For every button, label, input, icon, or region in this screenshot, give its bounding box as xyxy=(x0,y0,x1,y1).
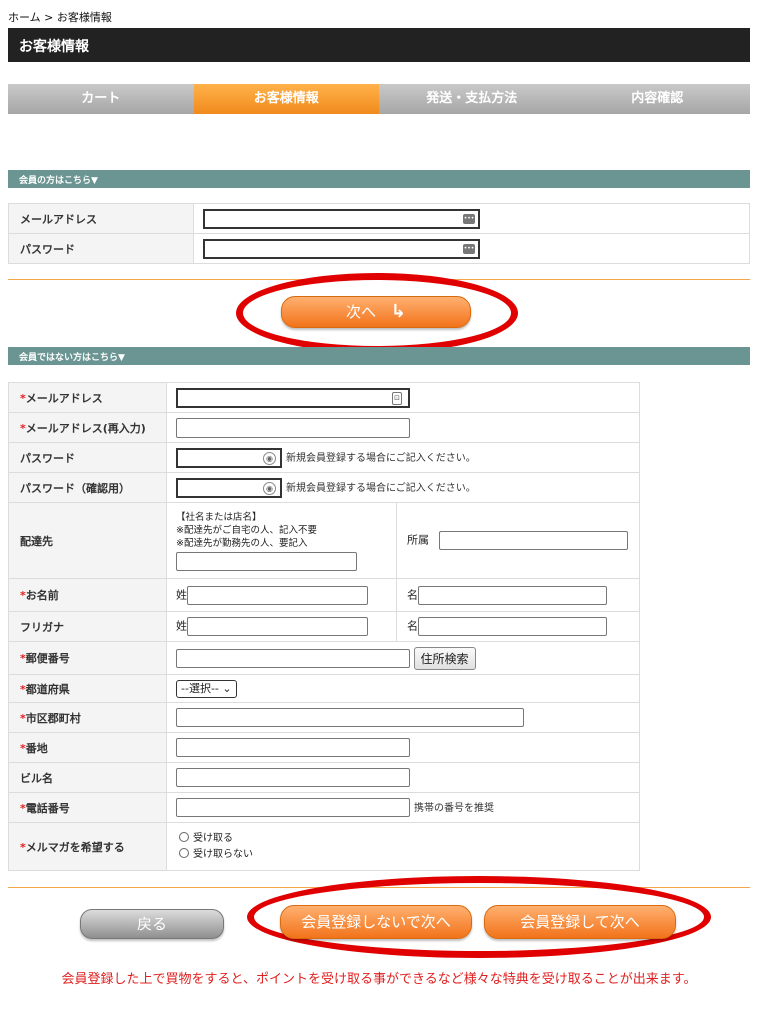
member-email-input[interactable]: ••• xyxy=(203,208,480,229)
step-confirm: 内容確認 xyxy=(564,84,750,114)
breadcrumb: ホーム > お客様情報 xyxy=(8,11,112,24)
guest-email-input[interactable]: ⊡ xyxy=(176,387,410,408)
key-icon: ••• xyxy=(463,213,475,224)
step-shipping-payment: 発送・支払方法 xyxy=(379,84,565,114)
affiliation-label: 所属 xyxy=(407,533,429,547)
page-title: お客様情報 xyxy=(8,28,750,62)
key-icon: ••• xyxy=(463,243,475,254)
step-customer-info: お客様情報 xyxy=(193,84,379,114)
guest-email-confirm-input[interactable] xyxy=(176,417,410,438)
contact-card-icon: ⊡ xyxy=(392,391,402,405)
member-next-button[interactable]: 次へ ↳ xyxy=(281,296,471,328)
city-label: 市区郡町村 xyxy=(25,711,81,725)
newsletter-option-receive[interactable]: 受け取る xyxy=(179,831,639,847)
name-label: お名前 xyxy=(25,589,59,602)
radio-button[interactable] xyxy=(179,847,189,858)
furigana-first-label: 名 xyxy=(407,619,418,633)
building-input[interactable] xyxy=(176,768,410,787)
furigana-first-input[interactable] xyxy=(418,617,607,636)
phone-hint: 携帯の番号を推奨 xyxy=(414,802,494,814)
password-confirm-hint: 新規会員登録する場合にご記入ください。 xyxy=(286,482,476,494)
member-email-label: メールアドレス xyxy=(8,203,194,234)
furigana-label: フリガナ xyxy=(8,611,167,642)
prefecture-label: 都道府県 xyxy=(25,682,70,696)
member-section-header: 会員の方はこちら▼ xyxy=(8,170,750,188)
guest-password-confirm-label: パスワード（確認用） xyxy=(8,472,167,503)
affiliation-input[interactable] xyxy=(438,531,628,550)
zip-label: 郵便番号 xyxy=(25,652,70,665)
member-benefit-note: 会員登録した上で買物をすると、ポイントを受け取る事ができるなど様々な特典を受け取… xyxy=(61,972,697,987)
guest-password-label: パスワード xyxy=(8,442,167,473)
eye-icon: ◉ xyxy=(263,481,276,495)
furigana-last-input[interactable] xyxy=(187,617,368,636)
delivery-note-2: ※配達先がご自宅の人、記入不要 xyxy=(176,524,317,536)
prefecture-value: --選択-- xyxy=(181,681,219,695)
phone-label: 電話番号 xyxy=(25,801,70,815)
zip-input[interactable] xyxy=(176,648,410,668)
address-search-button[interactable]: 住所検索 xyxy=(413,646,476,670)
register-next-button[interactable]: 会員登録して次へ xyxy=(484,905,676,939)
city-input[interactable] xyxy=(176,708,524,727)
guest-password-input[interactable]: ◉ xyxy=(176,447,282,468)
prefecture-select[interactable]: --選択-- ⌄ xyxy=(176,679,237,698)
member-password-label: パスワード xyxy=(8,233,194,264)
member-password-input[interactable]: ••• xyxy=(203,238,480,259)
newsletter-label: メルマガを希望する xyxy=(25,840,125,854)
newsletter-option-receive-label: 受け取る xyxy=(193,832,233,844)
eye-icon: ◉ xyxy=(263,451,276,465)
newsletter-option-decline[interactable]: 受け取らない xyxy=(179,847,639,863)
first-name-input[interactable] xyxy=(418,585,607,605)
arrow-right-icon: ↳ xyxy=(390,301,406,322)
street-label: 番地 xyxy=(25,741,48,755)
back-button[interactable]: 戻る xyxy=(80,909,224,939)
delivery-note-1: 【社名または店名】 xyxy=(176,511,262,523)
guest-email-confirm-label: メールアドレス(再入力) xyxy=(25,421,146,435)
delivery-note-3: ※配達先が勤務先の人、要記入 xyxy=(176,537,308,549)
first-name-label: 名 xyxy=(407,588,418,601)
chevron-down-icon: ⌄ xyxy=(222,681,232,695)
last-name-label: 姓 xyxy=(176,588,187,601)
newsletter-option-decline-label: 受け取らない xyxy=(193,848,253,860)
member-next-label: 次へ xyxy=(346,303,377,321)
guest-section-header: 会員ではない方はこちら▼ xyxy=(8,347,750,365)
furigana-last-label: 姓 xyxy=(176,619,187,633)
company-name-input[interactable] xyxy=(176,551,357,571)
guest-password-confirm-input[interactable]: ◉ xyxy=(176,477,282,498)
last-name-input[interactable] xyxy=(187,585,368,605)
step-cart: カート xyxy=(8,84,194,114)
radio-button[interactable] xyxy=(179,831,189,842)
checkout-steps: カート お客様情報 発送・支払方法 内容確認 xyxy=(8,84,750,114)
street-input[interactable] xyxy=(176,738,410,757)
building-label: ビル名 xyxy=(8,762,167,793)
guest-form-table: *メールアドレス ⊡ *メールアドレス(再入力) パスワード ◉ 新規会員登録す… xyxy=(8,382,640,871)
guest-email-label: メールアドレス xyxy=(25,391,103,405)
delivery-label: 配達先 xyxy=(8,502,167,579)
member-login-table: メールアドレス ••• パスワード ••• xyxy=(8,203,750,264)
password-hint: 新規会員登録する場合にご記入ください。 xyxy=(286,452,476,464)
phone-input[interactable] xyxy=(176,798,410,817)
guest-next-button[interactable]: 会員登録しないで次へ xyxy=(280,905,472,939)
